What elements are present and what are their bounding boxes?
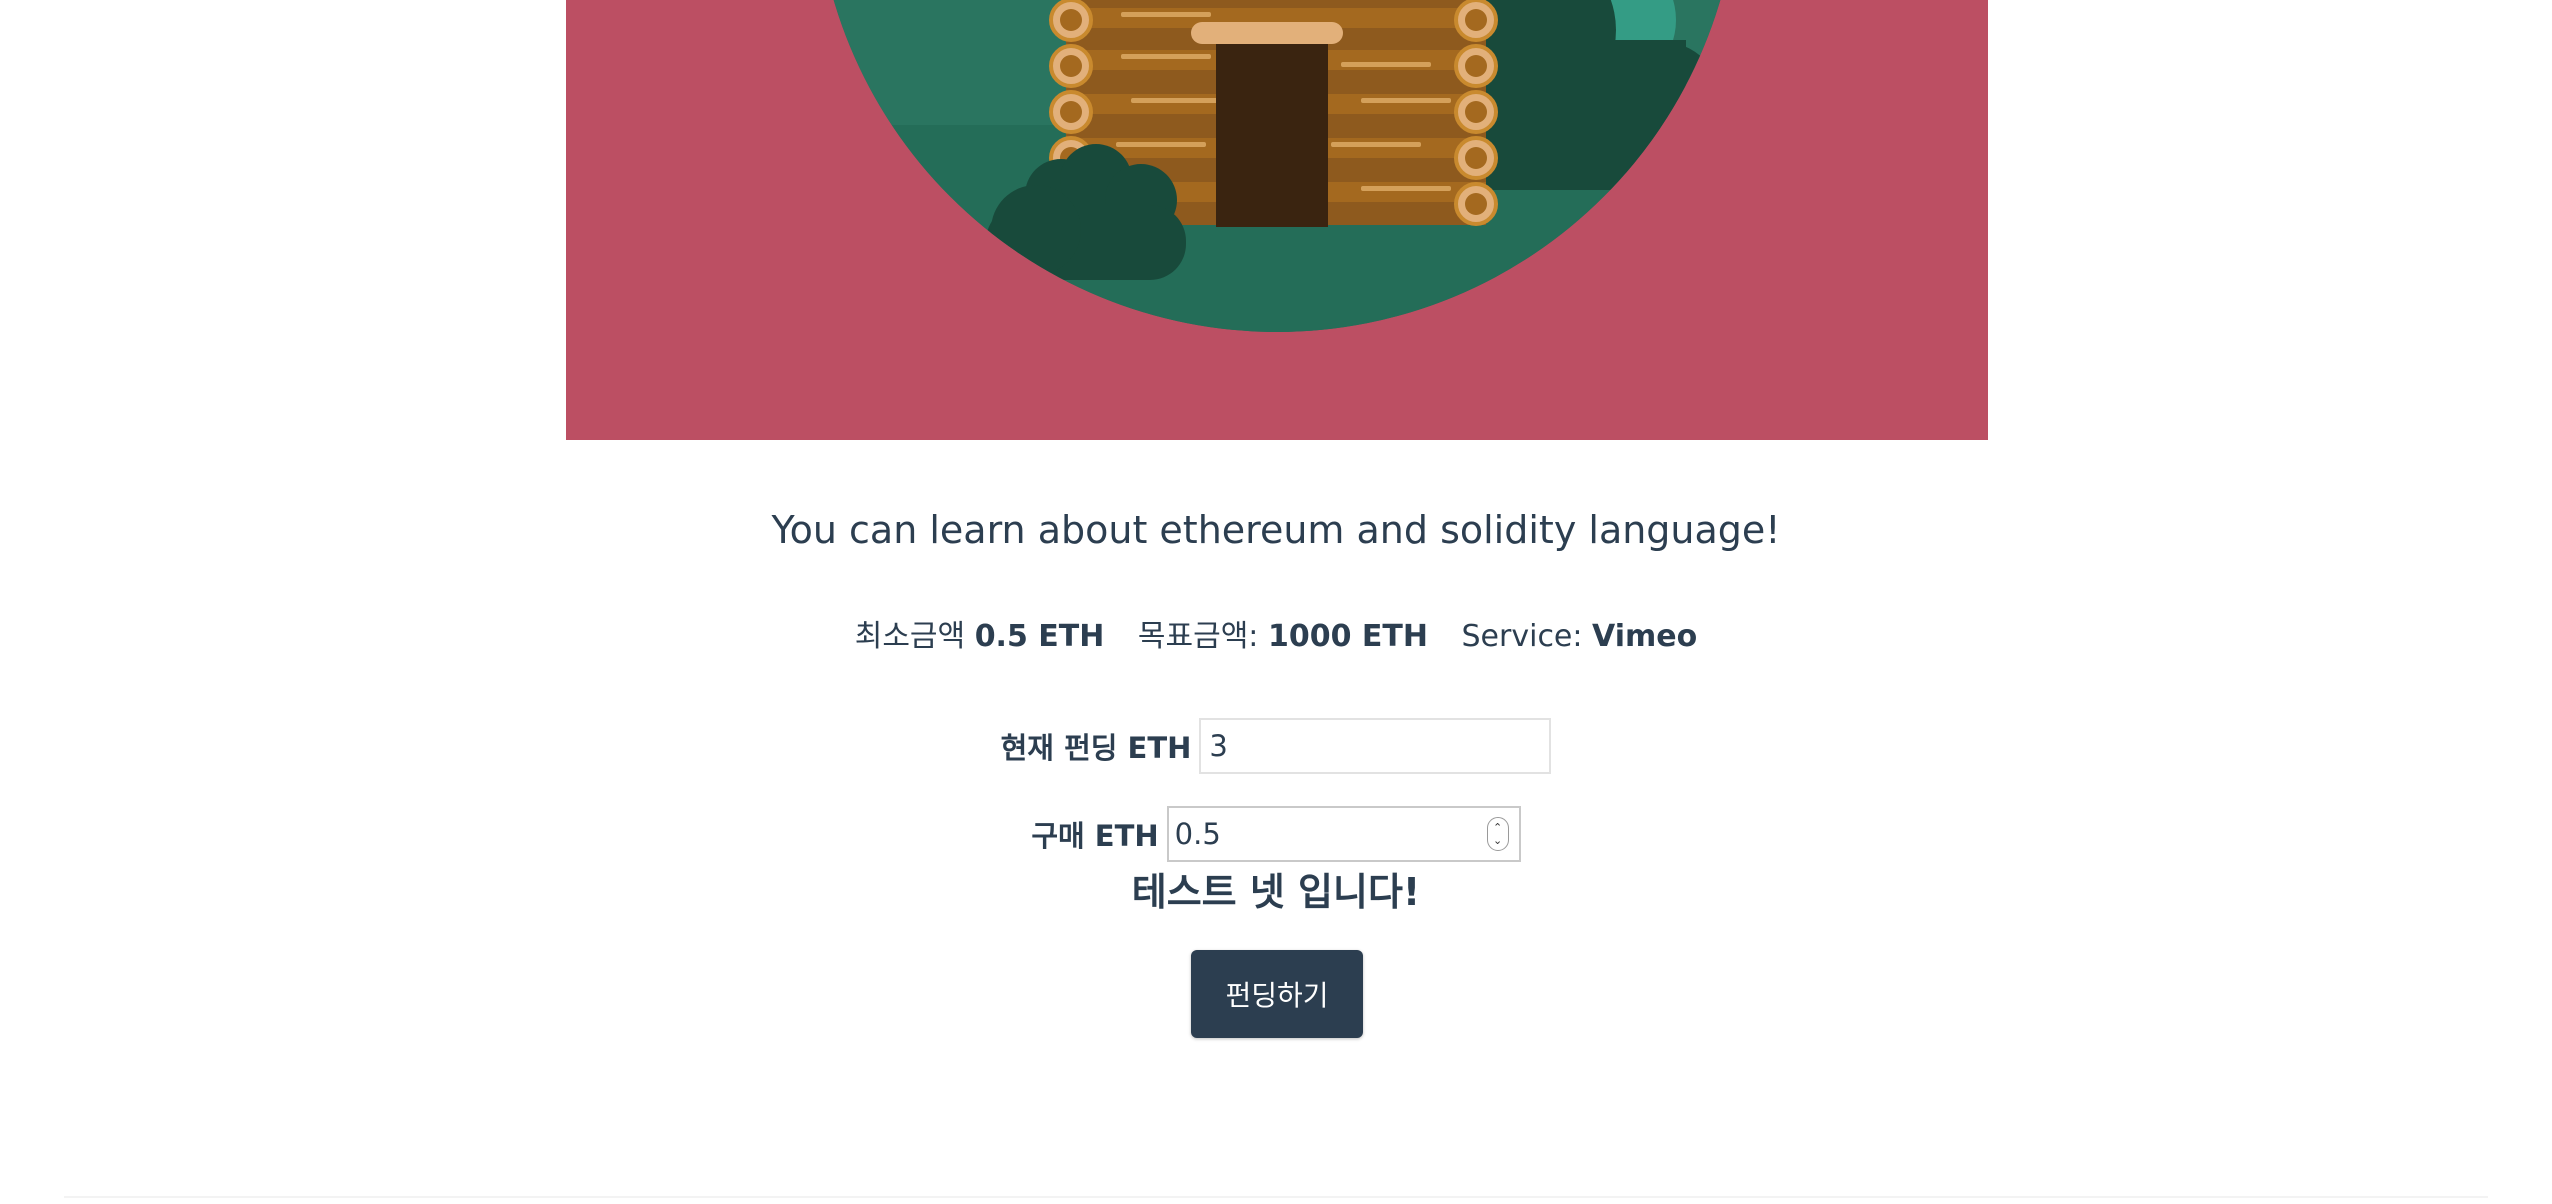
min-amount-label: 최소금액 (854, 619, 966, 654)
current-funding-field[interactable] (1199, 718, 1552, 774)
current-funding-label: 현재 펀딩 ETH (1000, 731, 1192, 765)
stepper-arrows-icon[interactable]: ⌃ ⌄ (1486, 817, 1509, 851)
current-funding-row: 현재 펀딩 ETH (0, 718, 2552, 774)
buy-eth-row: 구매 ETH ⌃⌄ (0, 806, 2552, 862)
goal-amount-value: 1000 ETH (1267, 619, 1428, 654)
course-description: You can learn about ethereum and solidit… (771, 508, 1781, 552)
hero-banner (566, 0, 1988, 440)
goal-amount-label: 목표금액: (1137, 619, 1259, 654)
buy-eth-label: 구매 ETH (1031, 819, 1159, 853)
divider (64, 1196, 2488, 1198)
goal-amount: 목표금액: 1000 ETH (1138, 619, 1428, 654)
fund-button[interactable]: 펀딩하기 (1191, 950, 1363, 1038)
page: You can learn about ethereum and solidit… (0, 0, 2552, 1204)
service: Service: Vimeo (1462, 619, 1698, 654)
log-cabin-illustration (815, 0, 1739, 332)
buy-eth-stepper: ⌃⌄ (1166, 806, 1521, 862)
min-amount-value: 0.5 ETH (974, 619, 1105, 654)
buy-eth-field[interactable] (1168, 808, 1469, 860)
service-value: Vimeo (1592, 619, 1698, 654)
funding-info: 최소금액 0.5 ETH 목표금액: 1000 ETH Service: Vim… (0, 612, 2552, 662)
service-label: Service: (1461, 619, 1583, 654)
testnet-notice: 테스트 넷 입니다! (1131, 870, 1421, 914)
min-amount: 최소금액 0.5 ETH (855, 619, 1105, 654)
